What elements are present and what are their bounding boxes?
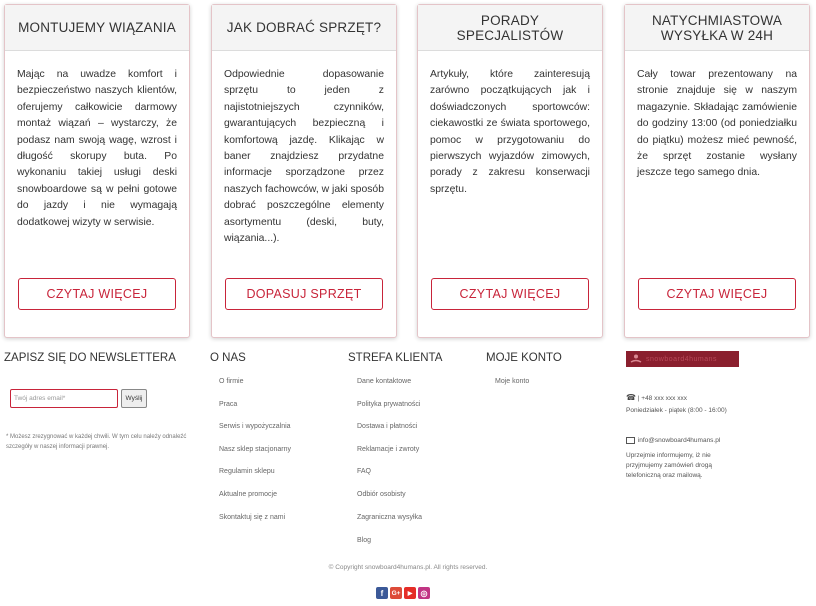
card-title: PORADY SPECJALISTÓW (418, 5, 602, 51)
footer-link-contact[interactable]: Skontaktuj się z nami (219, 514, 285, 521)
footer-link-my-account[interactable]: Moje konto (495, 378, 529, 385)
card-text: Cały towar prezentowany na stronie znajd… (637, 69, 797, 179)
card-shipping: NATYCHMIASTOWA WYSYŁKA W 24H Cały towar … (624, 4, 810, 338)
footer-link-international[interactable]: Zagraniczna wysyłka (357, 514, 422, 521)
youtube-icon[interactable]: ▶ (404, 587, 416, 599)
footer-link-privacy[interactable]: Polityka prywatności (357, 401, 420, 408)
card-text: Artykuły, które zainteresują zarówno poc… (430, 69, 590, 195)
card-title: MONTUJEMY WIĄZANIA (5, 5, 189, 51)
newsletter-submit-button[interactable]: Wyślij (121, 389, 147, 408)
social-links: f G+ ▶ ◎ (376, 587, 430, 599)
card-title: NATYCHMIASTOWA WYSYŁKA W 24H (625, 5, 809, 51)
footer-link-returns[interactable]: Reklamacje i zwroty (357, 446, 419, 453)
feature-cards: MONTUJEMY WIĄZANIA Mając na uwadze komfo… (4, 4, 812, 340)
footer-link-service[interactable]: Serwis i wypożyczalnia (219, 423, 291, 430)
read-more-button[interactable]: CZYTAJ WIĘCEJ (431, 278, 589, 310)
client-zone-title: STREFA KLIENTA (348, 352, 443, 364)
read-more-button[interactable]: CZYTAJ WIĘCEJ (18, 278, 176, 310)
footer-link-blog[interactable]: Blog (357, 537, 371, 544)
card-bindings: MONTUJEMY WIĄZANIA Mając na uwadze komfo… (4, 4, 190, 338)
read-more-button[interactable]: CZYTAJ WIĘCEJ (638, 278, 796, 310)
newsletter-note: * Możesz zrezygnować w każdej chwili. W … (6, 434, 187, 450)
card-text: Odpowiednie dopasowanie sprzętu to jeden… (224, 69, 384, 245)
card-title: JAK DOBRAĆ SPRZĘT? (212, 5, 396, 51)
footer-link-terms[interactable]: Regulamin sklepu (219, 468, 275, 475)
phone-icon: ☎ (626, 393, 636, 402)
footer-link-faq[interactable]: FAQ (357, 468, 371, 475)
card-equipment: JAK DOBRAĆ SPRZĘT? Odpowiednie dopasowan… (211, 4, 397, 338)
card-specialists: PORADY SPECJALISTÓW Artykuły, które zain… (417, 4, 603, 338)
email-link[interactable]: info@snowboard4humans.pl (638, 437, 720, 444)
footer-link-contact-data[interactable]: Dane kontaktowe (357, 378, 411, 385)
contact-note: Uprzejmie informujemy, iż nie przyjmujem… (626, 452, 712, 479)
envelope-icon (626, 436, 635, 444)
footer-link-jobs[interactable]: Praca (219, 401, 237, 408)
snowboarder-icon (630, 354, 642, 363)
footer-link-pickup[interactable]: Odbiór osobisty (357, 491, 406, 498)
newsletter-email-input[interactable]: Twój adres email* (10, 389, 118, 408)
footer: ZAPISZ SIĘ DO NEWSLETTERA Twój adres ema… (0, 345, 816, 606)
match-equipment-button[interactable]: DOPASUJ SPRZĘT (225, 278, 383, 310)
facebook-icon[interactable]: f (376, 587, 388, 599)
footer-link-about[interactable]: O firmie (219, 378, 244, 385)
opening-hours: Poniedziałek - piątek (8:00 - 16:00) (626, 407, 727, 414)
phone-number[interactable]: | +48 xxx xxx xxx (638, 395, 687, 402)
footer-link-store[interactable]: Nasz sklep stacjonarny (219, 446, 291, 453)
email-line: info@snowboard4humans.pl (626, 436, 720, 446)
account-title: MOJE KONTO (486, 352, 562, 364)
brand-logo[interactable]: snowboard4humans (626, 351, 739, 367)
google-plus-icon[interactable]: G+ (390, 587, 402, 599)
logo-text: snowboard4humans (646, 355, 718, 363)
card-text: Mając na uwadze komfort i bezpieczeństwo… (17, 69, 177, 228)
newsletter-title: ZAPISZ SIĘ DO NEWSLETTERA (4, 352, 176, 364)
copyright: © Copyright snowboard4humans.pl. All rig… (328, 564, 488, 571)
about-title: O NAS (210, 352, 246, 364)
instagram-icon[interactable]: ◎ (418, 587, 430, 599)
footer-link-promotions[interactable]: Aktualne promocje (219, 491, 277, 498)
phone-line: ☎ | +48 xxx xxx xxx (626, 393, 687, 404)
footer-link-delivery[interactable]: Dostawa i płatności (357, 423, 417, 430)
